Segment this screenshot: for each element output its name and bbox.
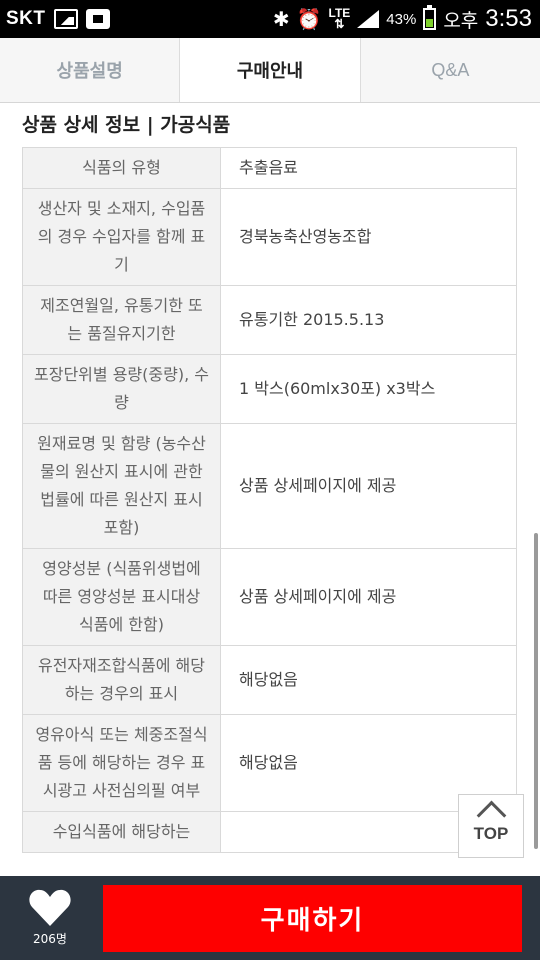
signal-icon — [357, 10, 380, 28]
spec-value: 경북농축산영농조합 — [220, 188, 517, 286]
tab-qna[interactable]: Q&A — [361, 38, 540, 102]
like-button[interactable]: 206명 — [0, 876, 100, 960]
like-count: 206명 — [33, 932, 67, 946]
spec-key: 생산자 및 소재지, 수입품의 경우 수입자를 함께 표기 — [22, 188, 221, 286]
spec-key: 포장단위별 용량(중량), 수량 — [22, 354, 221, 424]
clock: 3:53 — [485, 5, 532, 32]
table-row: 영양성분 (식품위생법에 따른 영양성분 표시대상 식품에 한함) 상품 상세페… — [22, 548, 517, 646]
table-row: 유전자재조합식품에 해당하는 경우의 표시 해당없음 — [22, 645, 517, 715]
table-row: 수입식품에 해당하는 — [22, 811, 517, 853]
scrollbar[interactable] — [534, 533, 538, 849]
product-info-table: 식품의 유형 추출음료 생산자 및 소재지, 수입품의 경우 수입자를 함께 표… — [22, 147, 517, 853]
carrier-label: SKT — [6, 8, 46, 29]
buy-button[interactable]: 구매하기 — [103, 885, 522, 952]
heart-icon — [29, 889, 71, 926]
alarm-icon: ⏰ — [296, 7, 322, 31]
scroll-top-button[interactable]: TOP — [458, 794, 524, 858]
table-row: 원재료명 및 함량 (농수산물의 원산지 표시에 관한 법률에 따른 원산지 표… — [22, 423, 517, 549]
spec-key: 식품의 유형 — [22, 147, 221, 189]
section-title: 상품 상세 정보 | 가공식품 — [22, 114, 231, 136]
bottom-bar: 206명 구매하기 — [0, 876, 540, 960]
spec-value: 상품 상세페이지에 제공 — [220, 423, 517, 549]
spec-value: 상품 상세페이지에 제공 — [220, 548, 517, 646]
ampm-label: 오후 — [443, 9, 479, 32]
status-bar: SKT ✱ ⏰ LTE ⇅ 43% 오후 3:53 — [0, 0, 540, 38]
table-row: 식품의 유형 추출음료 — [22, 147, 517, 189]
table-row: 포장단위별 용량(중량), 수량 1 박스(60mlx30포) x3박스 — [22, 354, 517, 424]
spec-key: 유전자재조합식품에 해당하는 경우의 표시 — [22, 645, 221, 715]
image-icon — [53, 9, 78, 29]
battery-percent: 43% — [386, 10, 417, 28]
bluetooth-icon: ✱ — [272, 7, 290, 31]
table-row: 제조연월일, 유통기한 또는 품질유지기한 유통기한 2015.5.13 — [22, 285, 517, 355]
spec-key: 영양성분 (식품위생법에 따른 영양성분 표시대상 식품에 한함) — [22, 548, 221, 646]
tab-bar: 상품설명 구매안내 Q&A — [0, 38, 540, 103]
battery-icon — [423, 5, 437, 30]
spec-value: 1 박스(60mlx30포) x3박스 — [220, 354, 517, 424]
spec-value: 추출음료 — [220, 147, 517, 189]
tab-product-description[interactable]: 상품설명 — [0, 38, 181, 102]
spec-value: 유통기한 2015.5.13 — [220, 285, 517, 355]
app-badge-icon — [85, 9, 110, 29]
spec-key: 영유아식 또는 체중조절식품 등에 해당하는 경우 표시광고 사전심의필 여부 — [22, 714, 221, 812]
spec-key: 제조연월일, 유통기한 또는 품질유지기한 — [22, 285, 221, 355]
spec-key: 원재료명 및 함량 (농수산물의 원산지 표시에 관한 법률에 따른 원산지 표… — [22, 423, 221, 549]
table-row: 생산자 및 소재지, 수입품의 경우 수입자를 함께 표기 경북농축산영농조합 — [22, 188, 517, 286]
table-row: 영유아식 또는 체중조절식품 등에 해당하는 경우 표시광고 사전심의필 여부 … — [22, 714, 517, 812]
lte-icon: LTE ⇅ — [328, 6, 351, 31]
spec-value: 해당없음 — [220, 645, 517, 715]
spec-key: 수입식품에 해당하는 — [22, 811, 221, 853]
tab-purchase-guide[interactable]: 구매안내 — [180, 38, 361, 102]
